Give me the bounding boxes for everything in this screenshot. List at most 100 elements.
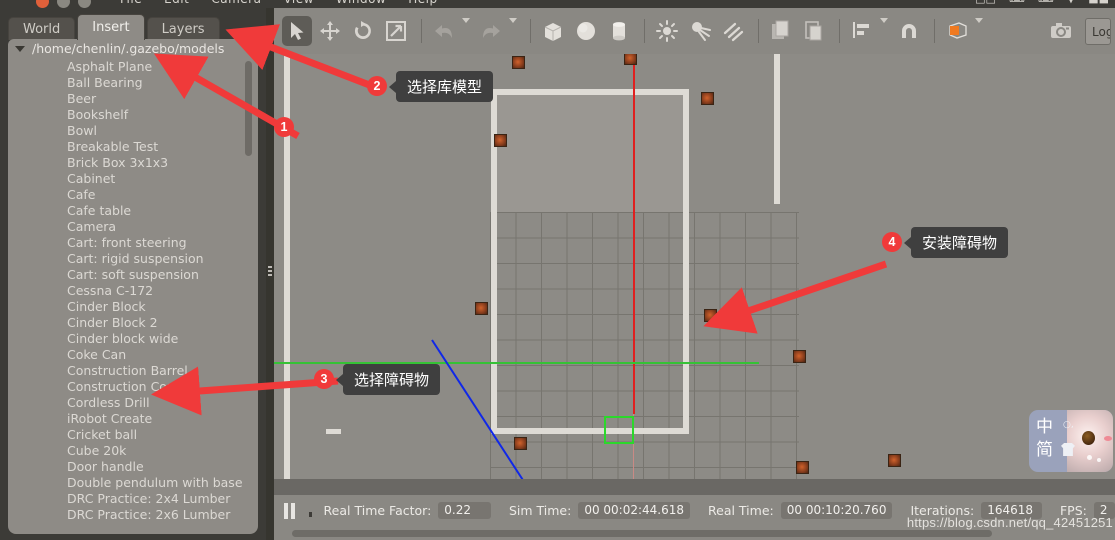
spot-light-tool[interactable] xyxy=(685,16,715,46)
rotate-tool[interactable] xyxy=(348,16,378,46)
view-mode-tool[interactable] xyxy=(942,16,972,46)
point-light-tool[interactable] xyxy=(652,16,682,46)
selected-model-bounding-box[interactable] xyxy=(604,416,634,444)
tray-icon-battery[interactable]: □□ xyxy=(975,0,996,5)
model-list-item[interactable]: Cinder Block 2 xyxy=(8,315,258,331)
model-list-item[interactable]: Cabinet xyxy=(8,171,258,187)
log-button[interactable]: Log xyxy=(1085,17,1111,45)
chevron-down-icon[interactable] xyxy=(15,45,25,52)
redo-tool[interactable] xyxy=(476,16,506,46)
construction-cone-model[interactable] xyxy=(888,454,901,467)
insert-sphere-tool[interactable] xyxy=(571,16,601,46)
paste-tool[interactable] xyxy=(799,16,829,46)
view-mode-dropdown-caret-icon[interactable] xyxy=(975,18,983,23)
tab-world[interactable]: World xyxy=(8,17,76,40)
system-tray[interactable]: □□ ⌨ ⌨ ▼ ■■ xyxy=(962,0,1109,5)
model-list-item[interactable]: Brick Box 3x1x3 xyxy=(8,155,258,171)
model-list[interactable]: Asphalt Plane Ball Bearing Beer Bookshelf Bo… xyxy=(8,58,258,523)
construction-cone-model[interactable] xyxy=(796,461,809,474)
model-list-item[interactable]: Coke Can xyxy=(8,347,258,363)
tab-layers[interactable]: Layers xyxy=(146,17,220,40)
horizontal-scrollbar[interactable] xyxy=(292,530,992,537)
construction-cone-model[interactable] xyxy=(494,134,507,147)
model-list-item[interactable]: Cart: front steering xyxy=(8,235,258,251)
menu-item-help[interactable]: Help xyxy=(408,0,437,6)
align-tool[interactable] xyxy=(847,16,877,46)
directional-light-tool[interactable] xyxy=(718,16,748,46)
model-list-item[interactable]: Ball Bearing xyxy=(8,75,258,91)
translate-tool[interactable] xyxy=(315,16,345,46)
select-arrow-tool[interactable] xyxy=(282,16,312,46)
model-list-item[interactable]: Asphalt Plane xyxy=(8,59,258,75)
model-list-item[interactable]: Cordless Drill xyxy=(8,395,258,411)
construction-cone-model[interactable] xyxy=(704,309,717,322)
model-list-item[interactable]: Cinder block wide xyxy=(8,331,258,347)
tray-icon-clock[interactable]: ■■ xyxy=(1088,0,1109,5)
snap-magnet-tool[interactable] xyxy=(894,16,924,46)
scene-toolbar[interactable]: Log xyxy=(274,8,1115,54)
undo-tool[interactable] xyxy=(429,16,459,46)
model-list-item[interactable]: Cricket ball xyxy=(8,427,258,443)
menu-item-view[interactable]: View xyxy=(283,0,313,6)
construction-cone-model[interactable] xyxy=(514,437,527,450)
model-list-item[interactable]: DRC Practice: 2x6 Lumber xyxy=(8,507,258,523)
model-list-item[interactable]: iRobot Create xyxy=(8,411,258,427)
tray-icon-chevron-down[interactable]: ▼ xyxy=(1067,0,1075,5)
model-list-item[interactable]: Camera xyxy=(8,219,258,235)
model-list-item[interactable]: Construction Cone xyxy=(8,379,258,395)
model-list-item[interactable]: Cart: rigid suspension xyxy=(8,251,258,267)
undo-dropdown-caret-icon[interactable] xyxy=(462,18,470,23)
model-list-item[interactable]: Door handle xyxy=(8,459,258,475)
menu-item-window[interactable]: Window xyxy=(336,0,386,6)
insert-box-tool[interactable] xyxy=(538,16,568,46)
model-list-item[interactable]: Cafe xyxy=(8,187,258,203)
window-minimize-button[interactable] xyxy=(57,0,70,8)
model-list-item[interactable]: Cessna C-172 xyxy=(8,283,258,299)
camera-icon[interactable] xyxy=(1046,16,1076,46)
menu-item-camera[interactable]: Camera xyxy=(211,0,261,6)
construction-cone-model[interactable] xyxy=(793,350,806,363)
model-list-item[interactable]: DRC Practice: 2x4 Lumber xyxy=(8,491,258,507)
construction-cone-model[interactable] xyxy=(624,54,637,65)
tab-insert[interactable]: Insert xyxy=(77,14,145,40)
panel-tab-bar[interactable]: World Insert Layers xyxy=(8,14,222,40)
tray-icon-keyboard[interactable]: ⌨ xyxy=(1009,0,1025,5)
model-path-row[interactable]: /home/chenlin/.gazebo/models xyxy=(8,39,258,58)
model-list-item[interactable]: Cinder Block xyxy=(8,299,258,315)
align-dropdown-caret-icon[interactable] xyxy=(880,18,888,23)
model-list-scrollbar[interactable] xyxy=(245,61,252,156)
panel-splitter[interactable] xyxy=(266,8,274,540)
model-list-item[interactable]: Beer xyxy=(8,91,258,107)
ime-punctuation-icon[interactable]: ○, xyxy=(1063,420,1074,430)
model-list-item[interactable]: Breakable Test xyxy=(8,139,258,155)
construction-cone-model[interactable] xyxy=(701,92,714,105)
menu-item-list[interactable]: File Edit Camera View Window Help xyxy=(120,0,460,6)
toolbar-right-group[interactable]: Log xyxy=(1046,16,1111,46)
insert-cylinder-tool[interactable] xyxy=(604,16,634,46)
redo-dropdown-caret-icon[interactable] xyxy=(509,18,517,23)
model-list-item[interactable]: Bookshelf xyxy=(8,107,258,123)
construction-cone-model[interactable] xyxy=(512,56,525,69)
scale-tool[interactable] xyxy=(381,16,411,46)
model-list-item[interactable]: Construction Barrel xyxy=(8,363,258,379)
model-list-item[interactable]: Cafe table xyxy=(8,203,258,219)
model-list-item[interactable]: Double pendulum with base xyxy=(8,475,258,491)
step-button[interactable] xyxy=(309,512,312,517)
model-database-tree[interactable]: /home/chenlin/.gazebo/models Asphalt Pla… xyxy=(8,39,258,534)
window-close-button[interactable] xyxy=(36,0,49,8)
ime-floating-widget[interactable]: 中 简 ○, xyxy=(1029,410,1113,472)
ime-script-label[interactable]: 简 xyxy=(1036,438,1053,463)
model-list-item[interactable]: Bowl xyxy=(8,123,258,139)
tray-icon-input-method[interactable]: ⌨ xyxy=(1038,0,1054,5)
model-list-item[interactable]: Cube 20k xyxy=(8,443,258,459)
splitter-grip-icon[interactable] xyxy=(268,266,272,276)
window-maximize-button[interactable] xyxy=(78,0,91,8)
menu-item-file[interactable]: File xyxy=(120,0,142,6)
model-list-item[interactable]: Cart: soft suspension xyxy=(8,267,258,283)
ime-mode-label[interactable]: 中 xyxy=(1036,415,1053,440)
construction-cone-model[interactable] xyxy=(475,302,488,315)
copy-tool[interactable] xyxy=(766,16,796,46)
pause-button[interactable] xyxy=(284,502,298,519)
menu-item-edit[interactable]: Edit xyxy=(164,0,189,6)
3d-viewport[interactable]: ✱ xyxy=(274,54,1115,495)
